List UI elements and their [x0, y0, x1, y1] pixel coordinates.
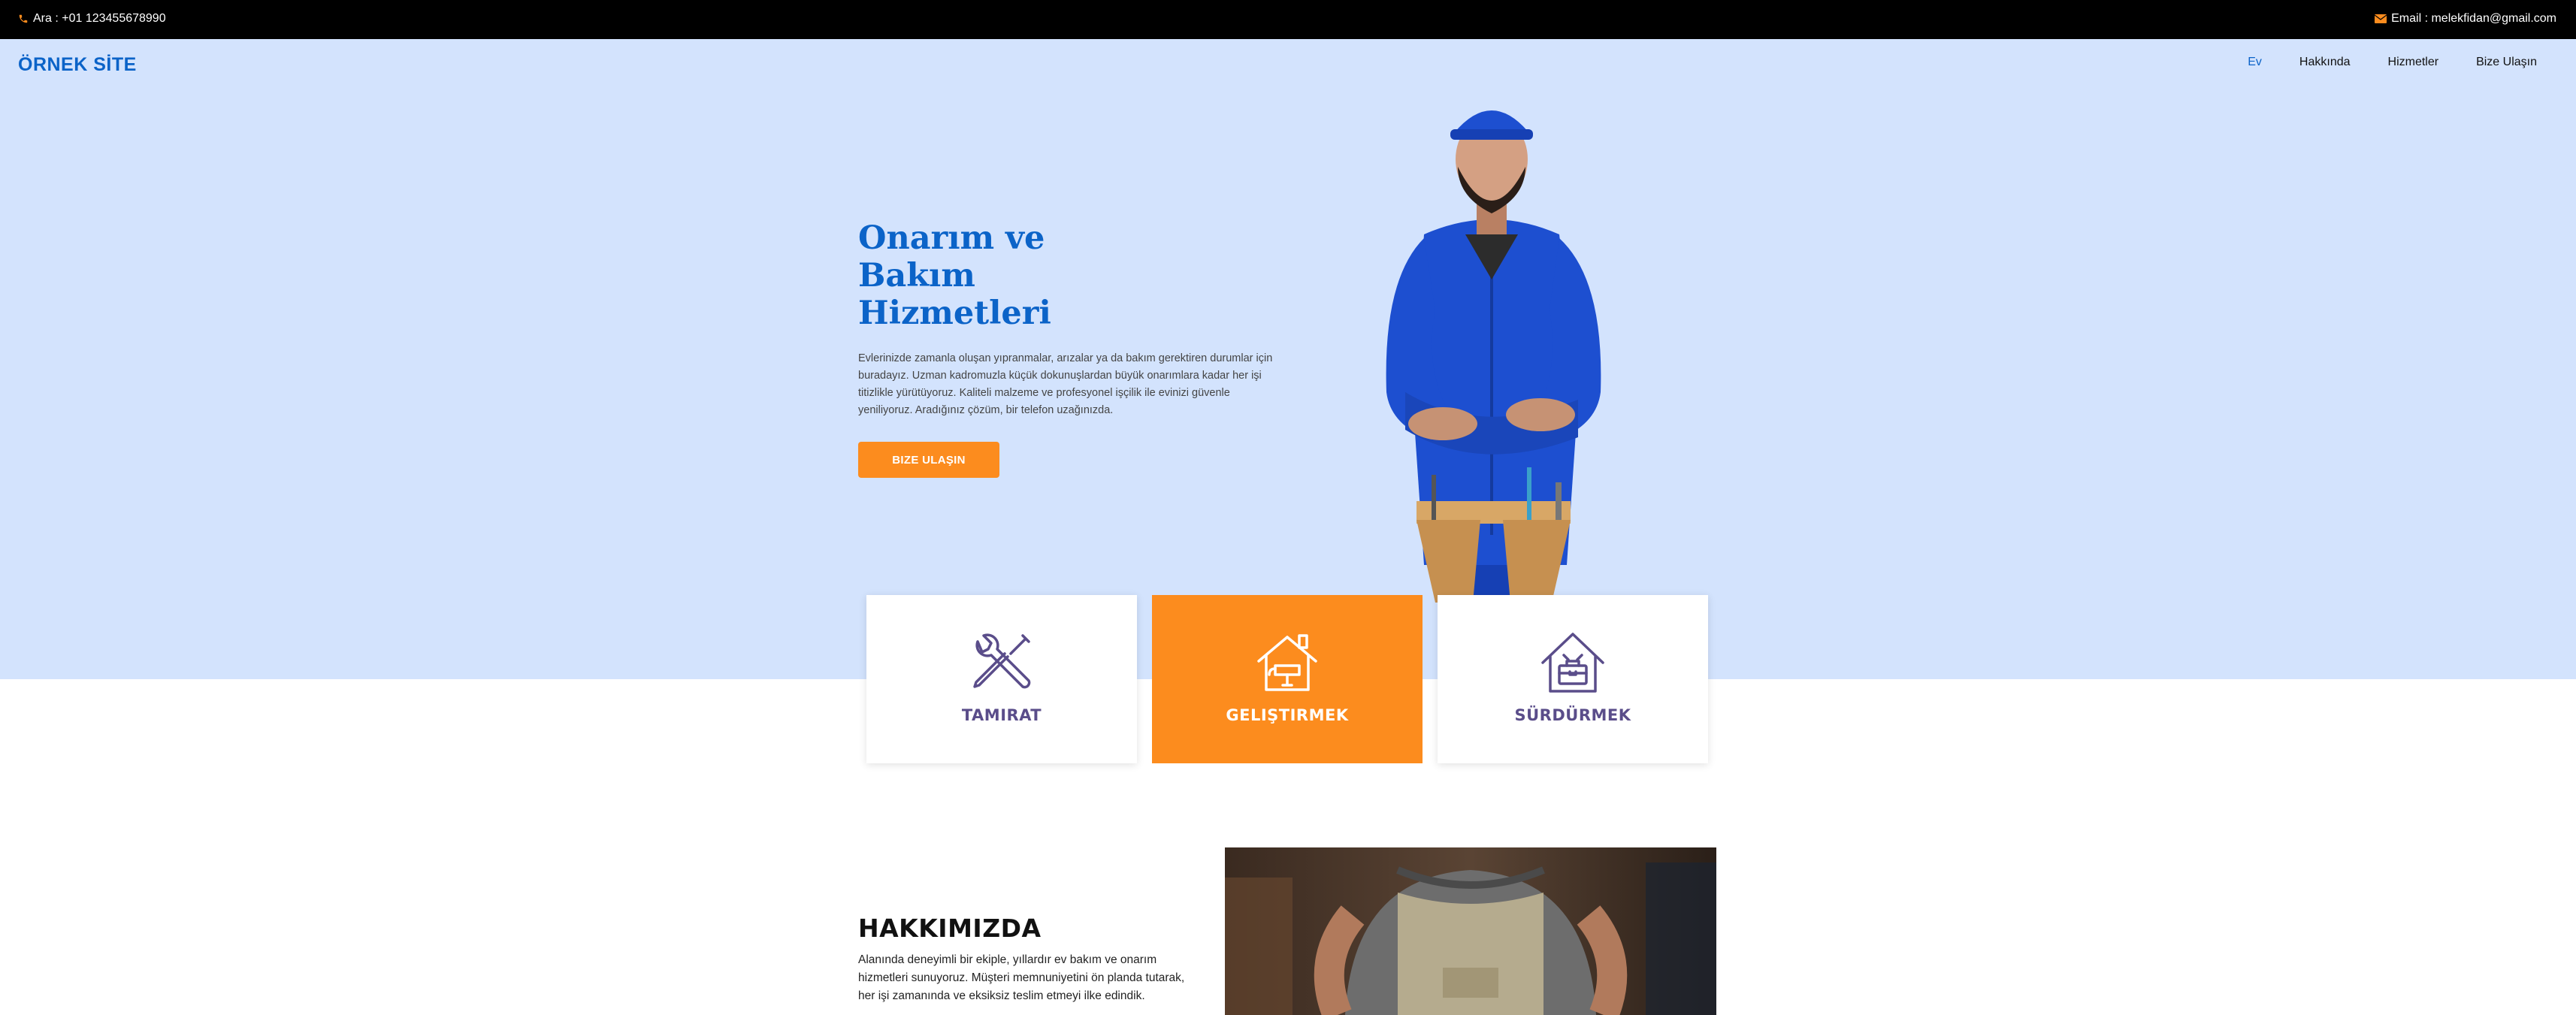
hero-description: Evlerinizde zamanla oluşan yıpranmalar, … [858, 352, 1273, 416]
hero-title-line: Onarım ve [858, 219, 1045, 257]
main-nav: Ev Hakkında Hizmetler Bize Ulaşın [2248, 56, 2537, 69]
nav-item-services[interactable]: Hizmetler [2388, 56, 2439, 69]
hero-title-line: Hizmetleri [858, 295, 1051, 332]
service-card-maintain[interactable]: SÜRDÜRMEK [1438, 595, 1708, 763]
nav-item-contact[interactable]: Bize Ulaşın [2476, 56, 2537, 69]
wrench-screwdriver-icon [973, 633, 1031, 689]
repairman-photo [1386, 110, 1601, 679]
hero-section: ÖRNEK SİTE Ev Hakkında Hizmetler Bize Ul… [0, 39, 2576, 679]
about-description: Alanında deneyimli bir ekiple, yıllardır… [858, 953, 1185, 1002]
house-paint-icon [1257, 634, 1317, 691]
phone-icon [19, 14, 28, 23]
phone-contact[interactable]: Ara : +01 123455678990 [18, 12, 166, 26]
nav-item-home[interactable]: Ev [2248, 56, 2262, 69]
craftsman-photo [1225, 847, 1716, 1015]
site-logo[interactable]: ÖRNEK SİTE [18, 54, 137, 76]
house-toolbox-icon [1541, 633, 1604, 693]
service-label: SÜRDÜRMEK [1514, 706, 1631, 724]
service-label: TAMIRAT [961, 706, 1042, 724]
envelope-icon [2375, 14, 2387, 23]
email-contact[interactable]: Email : melekfidan@gmail.com [2375, 12, 2556, 26]
phone-text: Ara : +01 123455678990 [33, 12, 166, 25]
email-text: Email : melekfidan@gmail.com [2391, 12, 2556, 25]
about-title: HAKKIMIZDA [858, 914, 1042, 943]
service-card-repair[interactable]: TAMIRAT [866, 595, 1137, 763]
hero-title: Onarım ve Bakım Hizmetleri [858, 219, 1144, 332]
hero-title-line: Bakım [858, 257, 975, 295]
nav-item-about[interactable]: Hakkında [2299, 56, 2351, 69]
top-bar: Ara : +01 123455678990 Email : melekfida… [0, 0, 2576, 39]
service-label: GELIŞTIRMEK [1226, 706, 1349, 724]
service-card-improve[interactable]: GELIŞTIRMEK [1152, 595, 1423, 763]
contact-us-button[interactable]: BIZE ULAŞIN [858, 442, 999, 478]
